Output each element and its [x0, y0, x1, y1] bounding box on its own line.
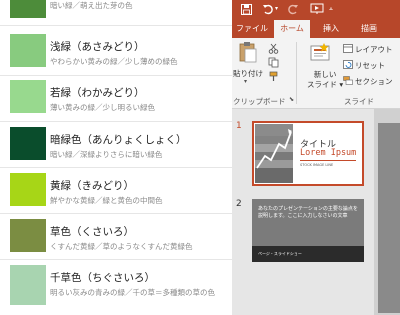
ribbon-tab-bar: ファイル ホーム 挿入 描画 [232, 20, 400, 38]
color-name: 草色（くさいろ） [50, 226, 134, 238]
slide-1-subtitle: Lorem Ipsum [300, 148, 357, 158]
color-name: 浅緑（あさみどり） [50, 41, 145, 53]
presentation-from-beginning-icon[interactable] [310, 3, 324, 15]
slide-thumbnail-2[interactable]: あなたのプレゼンテーションの主要な論点を説明します。ここに入力しなさいの文章 ペ… [252, 199, 364, 262]
customize-quick-access-icon[interactable]: ⩡ [329, 5, 333, 14]
color-name: 千草色（ちぐさいろ） [50, 272, 155, 284]
cut-icon[interactable] [268, 43, 279, 54]
color-name: 暗緑色（あんりょくしょく） [50, 134, 187, 146]
redo-icon[interactable] [287, 4, 299, 15]
copy-icon[interactable] [268, 57, 279, 68]
tab-draw[interactable]: 描画 [354, 20, 384, 38]
new-slide-label-line2: スライド ▾ [307, 80, 344, 89]
color-swatch [10, 219, 46, 252]
color-swatch [10, 127, 46, 160]
row-divider [0, 259, 232, 260]
tab-home[interactable]: ホーム [274, 20, 310, 38]
paste-dropdown-icon[interactable]: ▾ [244, 78, 247, 85]
new-slide-button[interactable]: 新しい スライド ▾ [307, 70, 343, 90]
reset-button[interactable]: リセット [355, 60, 385, 71]
color-description: くすんだ黄緑／草のようなくすんだ黄緑色 [50, 242, 193, 251]
powerpoint-window: ▾ ⩡ ファイル ホーム 挿入 描画 貼り付け ▾ クリップボード ⬊ 新しい … [232, 0, 400, 315]
color-description: 鮮やかな黄緑／緑と黄色の中間色 [50, 196, 163, 205]
color-description: やわらかい黄みの緑／少し薄めの緑色 [50, 57, 178, 66]
reset-icon[interactable] [343, 60, 353, 69]
slide-2-footer: ページ・スライドショー [258, 251, 302, 256]
tab-insert[interactable]: 挿入 [316, 20, 346, 38]
section-icon[interactable] [343, 76, 353, 85]
slide-edge [378, 123, 400, 313]
layout-icon[interactable] [343, 44, 353, 53]
slide-number: 1 [236, 121, 242, 131]
slide-1-underline [300, 160, 356, 161]
slide-2-body-text: あなたのプレゼンテーションの主要な論点を説明します。ここに入力しなさいの文章 [258, 206, 358, 219]
color-description: 薄い黄みの緑／少し明るい緑色 [50, 103, 155, 112]
new-slide-icon[interactable] [309, 43, 331, 63]
row-divider [0, 213, 232, 214]
format-painter-icon[interactable] [268, 71, 279, 82]
undo-dropdown-icon[interactable]: ▾ [275, 5, 278, 12]
undo-icon[interactable] [262, 4, 274, 15]
color-swatch [10, 34, 46, 67]
paste-button[interactable]: 貼り付け [233, 68, 263, 79]
slide-1-footer: STOCK IMAGE LINE [300, 163, 334, 167]
stairs-image [255, 124, 293, 183]
group-separator [296, 42, 297, 104]
clipboard-dialog-launcher-icon[interactable]: ⬊ [289, 96, 294, 103]
color-swatch [10, 0, 46, 18]
color-name: 若緑（わかみどり） [50, 87, 145, 99]
tab-file[interactable]: ファイル [234, 20, 270, 38]
color-description: 明るい灰みの青みの緑／千の草＝多種類の草の色 [50, 288, 215, 297]
section-button[interactable]: セクション [355, 76, 393, 87]
row-divider [0, 25, 232, 26]
slides-group-label: スライド [344, 97, 374, 106]
clipboard-group-label: クリップボード [233, 97, 286, 106]
color-name: 黄緑（きみどり） [50, 180, 134, 192]
ribbon: 貼り付け ▾ クリップボード ⬊ 新しい スライド ▾ レイアウト リセット セ… [232, 38, 400, 109]
new-slide-label-line1: 新しい [313, 70, 337, 79]
color-swatch [10, 265, 46, 305]
save-icon[interactable] [241, 4, 252, 15]
color-description: 暗い緑／萌え出た芽の色 [50, 1, 133, 10]
color-description: 暗い緑／深緑よりさらに暗い緑色 [50, 150, 163, 159]
color-list-panel: 暗い緑／萌え出た芽の色 浅緑（あさみどり） やわらかい黄みの緑／少し薄めの緑色 … [0, 0, 232, 315]
color-swatch [10, 173, 46, 206]
slide-number: 2 [236, 199, 242, 209]
title-bar: ▾ ⩡ [232, 0, 400, 20]
paste-icon[interactable] [238, 41, 258, 63]
row-divider [0, 75, 232, 76]
row-divider [0, 121, 232, 122]
slide-thumbnail-1[interactable]: タイトル Lorem Ipsum STOCK IMAGE LINE [252, 121, 364, 186]
color-swatch [10, 80, 46, 113]
layout-button[interactable]: レイアウト [355, 44, 393, 55]
row-divider [0, 167, 232, 168]
slide-editor-area [374, 109, 400, 315]
